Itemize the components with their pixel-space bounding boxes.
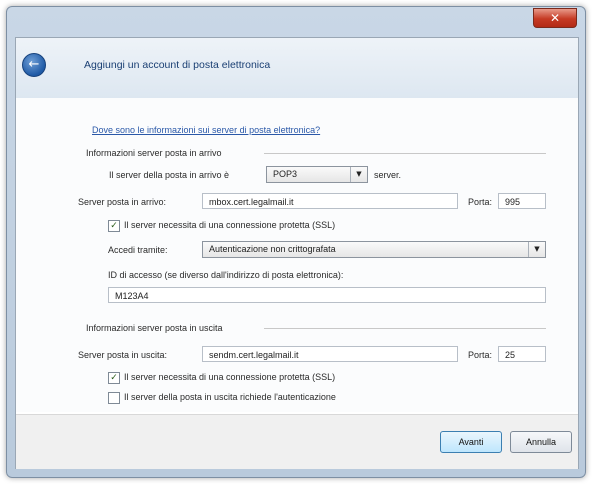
incoming-type-label: Il server della posta in arrivo è (109, 170, 230, 180)
incoming-server-label: Server posta in arrivo: (78, 197, 167, 207)
auth-method-select[interactable]: Autenticazione non crittografata ▼ (202, 241, 546, 258)
incoming-port-input[interactable]: 995 (498, 193, 546, 209)
section-divider (264, 153, 546, 154)
checkmark-icon: ✓ (110, 373, 118, 383)
login-id-input[interactable]: M123A4 (108, 287, 546, 303)
next-button[interactable]: Avanti (440, 431, 502, 453)
close-icon: ✕ (549, 11, 561, 25)
ssl-incoming-checkbox[interactable]: ✓ (108, 220, 120, 232)
outgoing-section-title: Informazioni server posta in uscita (86, 323, 223, 333)
auth-method-value: Autenticazione non crittografata (209, 244, 336, 254)
incoming-server-type-select[interactable]: POP3 ▼ (266, 166, 368, 183)
dialog-footer: Avanti Annulla (16, 414, 578, 469)
dialog-content: ← Aggiungi un account di posta elettroni… (15, 37, 579, 469)
form-area: Dove sono le informazioni sui server di … (16, 98, 578, 412)
ssl-outgoing-checkbox[interactable]: ✓ (108, 372, 120, 384)
section-divider (264, 328, 546, 329)
checkmark-icon: ✓ (110, 221, 118, 231)
help-link[interactable]: Dove sono le informazioni sui server di … (92, 125, 320, 135)
cancel-button[interactable]: Annulla (510, 431, 572, 453)
outgoing-auth-label: Il server della posta in uscita richiede… (124, 392, 336, 402)
outgoing-server-input[interactable]: sendm.cert.legalmail.it (202, 346, 458, 362)
incoming-type-value: POP3 (273, 169, 298, 179)
back-button[interactable]: ← (22, 53, 46, 77)
dialog-window: ✕ ← Aggiungi un account di posta elettro… (6, 6, 586, 478)
page-title: Aggiungi un account di posta elettronica (84, 59, 271, 71)
close-button[interactable]: ✕ (533, 8, 577, 28)
outgoing-port-label: Porta: (468, 350, 493, 360)
ssl-outgoing-label: Il server necessita di una connessione p… (124, 372, 336, 382)
incoming-server-input[interactable]: mbox.cert.legalmail.it (202, 193, 458, 209)
outgoing-port-input[interactable]: 25 (498, 346, 546, 362)
incoming-port-label: Porta: (468, 197, 493, 207)
back-arrow-icon: ← (28, 57, 40, 72)
auth-method-label: Accedi tramite: (108, 245, 168, 255)
login-id-label: ID di accesso (se diverso dall'indirizzo… (108, 270, 344, 280)
chevron-down-icon: ▼ (350, 167, 367, 182)
incoming-section-title: Informazioni server posta in arrivo (86, 148, 222, 158)
outgoing-auth-checkbox[interactable] (108, 392, 120, 404)
incoming-type-suffix: server. (374, 170, 402, 180)
ssl-incoming-label: Il server necessita di una connessione p… (124, 220, 336, 230)
outgoing-server-label: Server posta in uscita: (78, 350, 168, 360)
dialog-header: ← Aggiungi un account di posta elettroni… (16, 38, 578, 99)
chevron-down-icon: ▼ (528, 242, 545, 257)
